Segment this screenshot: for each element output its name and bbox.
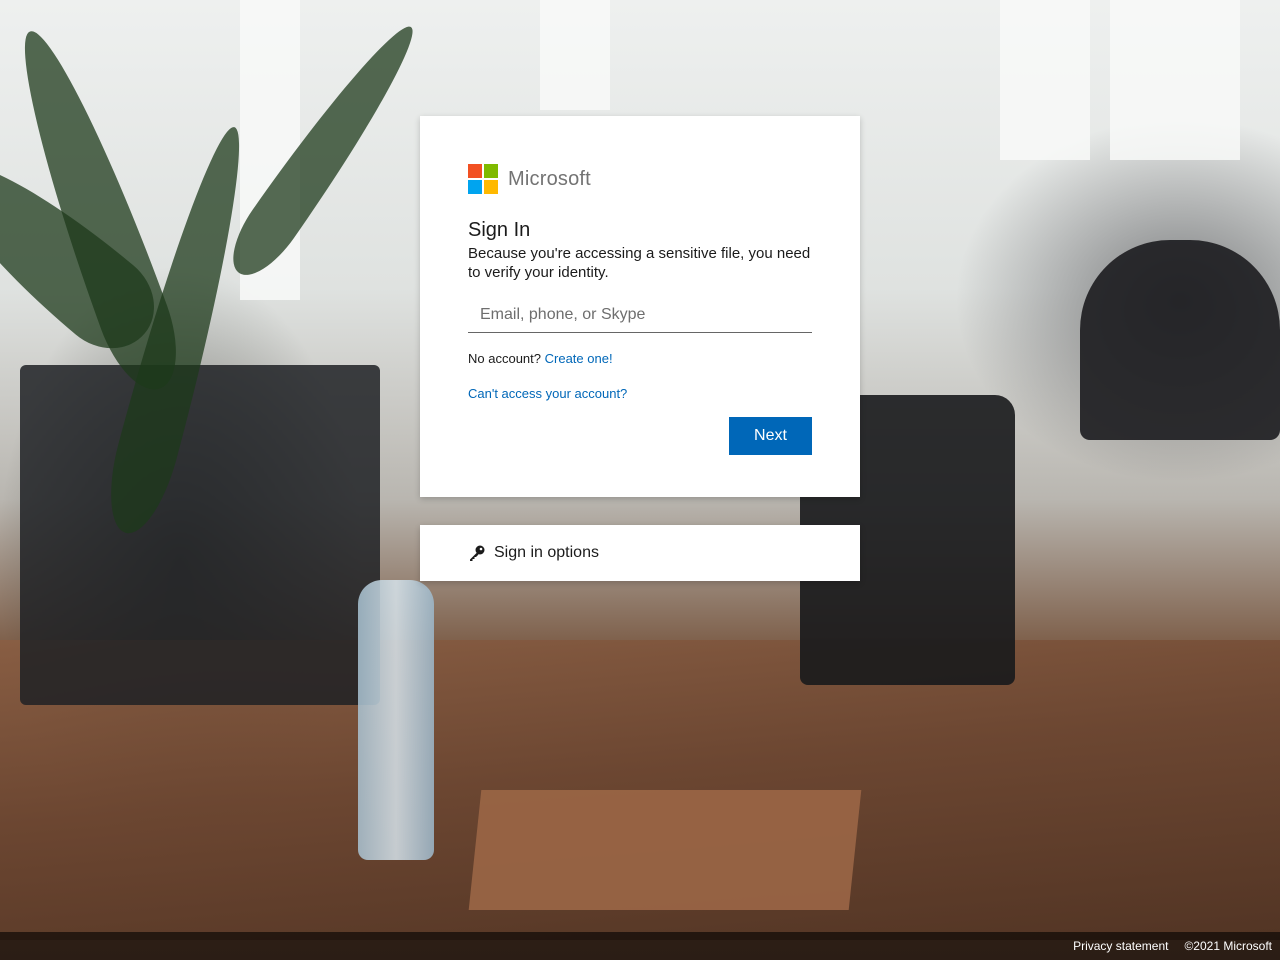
bg-tray <box>468 790 862 910</box>
logo-square-red <box>468 164 482 178</box>
next-button[interactable]: Next <box>729 417 812 455</box>
logo-square-blue <box>468 180 482 194</box>
create-account-link[interactable]: Create one! <box>545 351 613 366</box>
footer-bar: Privacy statement ©2021 Microsoft <box>0 932 1280 960</box>
no-account-text: No account? <box>468 351 541 366</box>
button-row: Next <box>468 417 812 455</box>
microsoft-logo-icon <box>468 164 498 194</box>
cant-access-row: Can't access your account? <box>468 386 812 401</box>
email-field-wrapper <box>468 298 812 333</box>
bg-bottle <box>358 580 434 860</box>
privacy-statement-link[interactable]: Privacy statement <box>1073 939 1168 953</box>
email-field[interactable] <box>468 298 812 332</box>
cant-access-link[interactable]: Can't access your account? <box>468 386 627 401</box>
logo-square-yellow <box>484 180 498 194</box>
copyright-text: ©2021 Microsoft <box>1184 939 1272 953</box>
key-icon <box>468 544 486 562</box>
no-account-row: No account? Create one! <box>468 351 812 366</box>
logo-square-green <box>484 164 498 178</box>
signin-options-label: Sign in options <box>494 544 599 561</box>
brand-name: Microsoft <box>508 167 591 190</box>
bg-monitor <box>20 365 380 705</box>
page-title: Sign In <box>468 219 531 241</box>
brand-row: Microsoft <box>468 164 812 194</box>
bg-person <box>1080 240 1280 440</box>
bg-window-pane <box>1000 0 1090 160</box>
bg-window-pane <box>1110 0 1240 160</box>
bg-window-pane <box>540 0 610 110</box>
page-subtitle: Because you're accessing a sensitive fil… <box>468 245 811 281</box>
signin-card: Microsoft Sign In Because you're accessi… <box>420 116 860 497</box>
signin-options-button[interactable]: Sign in options <box>420 525 860 581</box>
